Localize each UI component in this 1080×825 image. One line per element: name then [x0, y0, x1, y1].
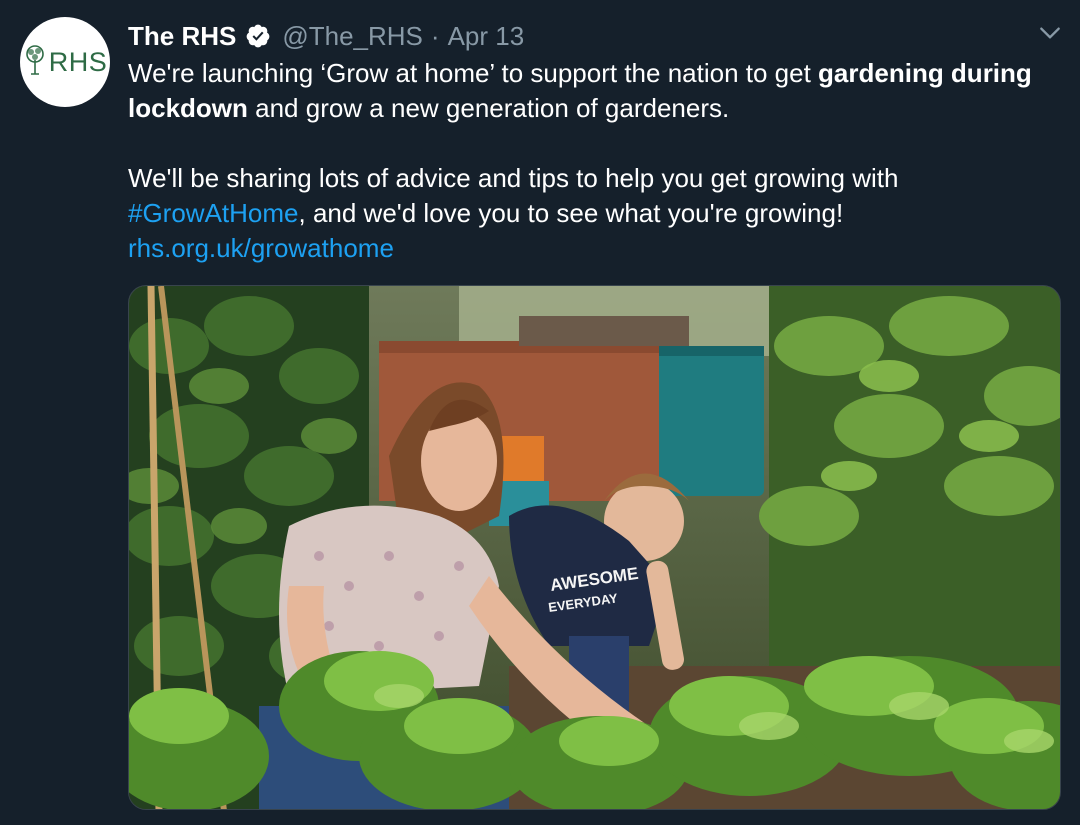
- tweet-text-segment: and grow a new generation of gardeners.: [247, 93, 730, 123]
- tweet-media-photo[interactable]: AWESOME EVERYDAY: [128, 285, 1061, 810]
- url-link[interactable]: rhs.org.uk/growathome: [128, 233, 394, 263]
- tweet-text-segment: , and we'd love you to see what you're g…: [298, 198, 844, 228]
- tweet-text-segment: We're launching ‘Grow at home’ to suppor…: [128, 58, 819, 88]
- tweet-header: The RHS @The_RHS · Apr 13: [128, 18, 524, 54]
- handle[interactable]: @The_RHS: [282, 21, 423, 52]
- avatar-logo-text: RHS: [48, 46, 108, 77]
- tweet-paragraph-1: We're launching ‘Grow at home’ to suppor…: [128, 56, 1058, 126]
- verified-badge-icon: [246, 24, 270, 48]
- tweet-date[interactable]: Apr 13: [448, 21, 525, 52]
- tweet-text: We're launching ‘Grow at home’ to suppor…: [128, 56, 1058, 266]
- tweet-paragraph-2: We'll be sharing lots of advice and tips…: [128, 161, 1058, 266]
- separator-dot: ·: [430, 20, 440, 51]
- rhs-tree-logo-icon: [25, 45, 44, 75]
- avatar[interactable]: RHS: [20, 17, 110, 107]
- tweet-text-segment: We'll be sharing lots of advice and tips…: [128, 163, 899, 193]
- hashtag-link[interactable]: #GrowAtHome: [128, 198, 299, 228]
- display-name[interactable]: The RHS: [128, 21, 236, 52]
- chevron-down-icon[interactable]: [1037, 20, 1063, 46]
- garden-photo-illustration: AWESOME EVERYDAY: [129, 286, 1060, 809]
